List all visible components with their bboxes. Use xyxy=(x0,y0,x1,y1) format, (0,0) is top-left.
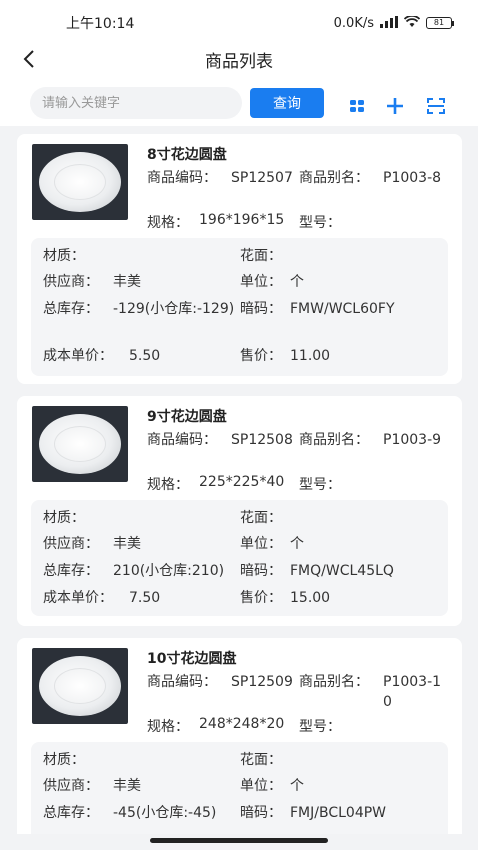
product-card[interactable]: 8寸花边圆盘 商品编码： SP12507 商品别名： P1003-8 规格： 1… xyxy=(17,134,462,384)
unit-label: 单位： xyxy=(240,778,282,794)
grid-view-icon[interactable] xyxy=(348,96,368,116)
query-button[interactable]: 查询 xyxy=(250,88,324,118)
product-card[interactable]: 10寸花边圆盘 商品编码： SP12509 商品别名： P1003-10 规格：… xyxy=(17,638,462,834)
code-label: 商品编码： xyxy=(147,432,217,448)
alias-label: 商品别名： xyxy=(299,170,369,186)
supplier-value: 丰美 xyxy=(113,778,141,794)
status-indicators: 0.0K/s 81 xyxy=(333,14,454,31)
product-detail: 材质： 花面： 供应商： 丰美 单位： 个 总库存： -129(小仓库:-129… xyxy=(31,238,448,376)
code-label: 商品编码： xyxy=(147,674,217,690)
code-value: SP12508 xyxy=(231,432,293,448)
unit-label: 单位： xyxy=(240,536,282,552)
product-detail: 材质： 花面： 供应商： 丰美 单位： 个 总库存： 210(小仓库:210) … xyxy=(31,500,448,616)
product-detail: 材质： 花面： 供应商： 丰美 单位： 个 总库存： -45(小仓库:-45) … xyxy=(31,742,448,834)
supplier-label: 供应商： xyxy=(43,778,99,794)
network-speed: 0.0K/s xyxy=(333,15,374,31)
unit-value: 个 xyxy=(290,536,304,552)
spec-label: 规格： xyxy=(147,477,189,493)
supplier-value: 丰美 xyxy=(113,274,141,290)
stock-label: 总库存： xyxy=(43,805,99,821)
product-name: 10寸花边圆盘 xyxy=(147,651,237,667)
hidden-code-label: 暗码： xyxy=(240,301,282,317)
add-icon[interactable] xyxy=(385,96,405,116)
page-title: 商品列表 xyxy=(205,51,273,72)
hidden-code-value: FMQ/WCL45LQ xyxy=(290,563,394,579)
product-list: 8寸花边圆盘 商品编码： SP12507 商品别名： P1003-8 规格： 1… xyxy=(0,126,478,834)
price-label: 售价： xyxy=(240,348,282,364)
status-time: 上午10:14 xyxy=(66,16,135,32)
model-label: 型号： xyxy=(299,719,341,735)
cost-value: 5.50 xyxy=(129,348,161,364)
price-label: 售价： xyxy=(240,590,282,606)
product-name: 8寸花边圆盘 xyxy=(147,147,227,163)
hidden-code-label: 暗码： xyxy=(240,563,282,579)
material-label: 材质： xyxy=(43,510,85,526)
home-indicator[interactable] xyxy=(150,838,328,843)
stock-label: 总库存： xyxy=(43,563,99,579)
product-image xyxy=(32,406,128,482)
material-label: 材质： xyxy=(43,248,85,264)
supplier-label: 供应商： xyxy=(43,274,99,290)
model-label: 型号： xyxy=(299,215,341,231)
code-value: SP12507 xyxy=(231,170,293,186)
supplier-value: 丰美 xyxy=(113,536,141,552)
material-label: 材质： xyxy=(43,752,85,768)
supplier-label: 供应商： xyxy=(43,536,99,552)
product-card[interactable]: 9寸花边圆盘 商品编码： SP12508 商品别名： P1003-9 规格： 2… xyxy=(17,396,462,626)
nav-bar: 商品列表 xyxy=(0,38,478,80)
alias-value: P1003-9 xyxy=(383,432,442,448)
hidden-code-value: FMW/WCL60FY xyxy=(290,301,395,317)
product-image xyxy=(32,648,128,724)
wifi-icon xyxy=(403,14,421,31)
stock-value: -129(小仓库:-129) xyxy=(113,301,235,317)
hidden-code-label: 暗码： xyxy=(240,805,282,821)
product-image xyxy=(32,144,128,220)
unit-value: 个 xyxy=(290,778,304,794)
alias-label: 商品别名： xyxy=(299,432,369,448)
search-row: 查询 xyxy=(0,80,478,126)
hidden-code-value: FMJ/BCL04PW xyxy=(290,805,387,821)
spec-value: 225*225*40 xyxy=(199,474,285,490)
unit-value: 个 xyxy=(290,274,304,290)
spec-value: 196*196*15 xyxy=(199,212,285,228)
back-arrow-icon[interactable] xyxy=(18,48,40,70)
pattern-label: 花面： xyxy=(240,510,282,526)
spec-label: 规格： xyxy=(147,215,189,231)
cost-value: 7.50 xyxy=(129,590,161,606)
pattern-label: 花面： xyxy=(240,248,282,264)
unit-label: 单位： xyxy=(240,274,282,290)
price-value: 15.00 xyxy=(290,590,331,606)
stock-value: 210(小仓库:210) xyxy=(113,563,225,579)
signal-icon xyxy=(380,15,398,31)
stock-value: -45(小仓库:-45) xyxy=(113,805,217,821)
alias-value: P1003-8 xyxy=(383,170,442,186)
product-name: 9寸花边圆盘 xyxy=(147,409,227,425)
code-label: 商品编码： xyxy=(147,170,217,186)
alias-label: 商品别名： xyxy=(299,674,369,690)
code-value: SP12509 xyxy=(231,674,293,690)
model-label: 型号： xyxy=(299,477,341,493)
stock-label: 总库存： xyxy=(43,301,99,317)
pattern-label: 花面： xyxy=(240,752,282,768)
cost-label: 成本单价： xyxy=(43,590,113,606)
scan-icon[interactable] xyxy=(426,96,446,116)
battery-icon: 81 xyxy=(426,17,454,29)
price-value: 11.00 xyxy=(290,348,331,364)
search-input[interactable] xyxy=(30,87,242,119)
spec-label: 规格： xyxy=(147,719,189,735)
cost-label: 成本单价： xyxy=(43,348,113,364)
spec-value: 248*248*20 xyxy=(199,716,285,732)
alias-value: P1003-10 xyxy=(383,674,442,710)
